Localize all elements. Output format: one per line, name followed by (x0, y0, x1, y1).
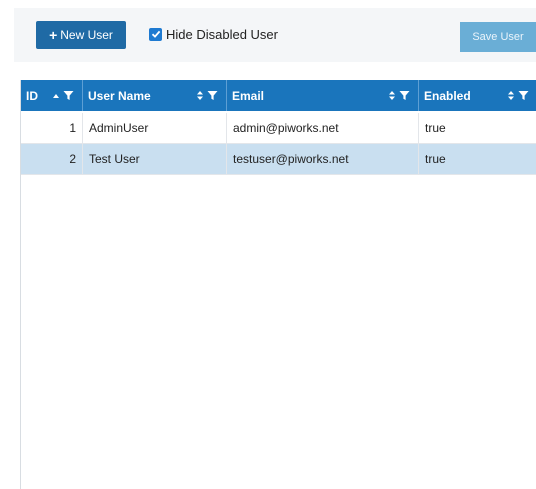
filter-icon[interactable] (518, 90, 529, 101)
table-row[interactable]: 1 AdminUser admin@piworks.net true (21, 113, 536, 144)
column-label-email: Email (232, 88, 265, 103)
filter-icon[interactable] (63, 90, 74, 101)
checkbox-checked-icon[interactable] (149, 27, 162, 41)
column-header-id[interactable]: ID (21, 80, 83, 111)
filter-icon[interactable] (207, 90, 218, 101)
cell-id: 1 (21, 113, 83, 143)
cell-id: 2 (21, 144, 83, 174)
cell-user-name: AdminUser (83, 113, 227, 143)
column-header-email[interactable]: Email (227, 80, 419, 111)
cell-email: testuser@piworks.net (227, 144, 419, 174)
column-label-enabled: Enabled (424, 88, 471, 103)
save-user-button[interactable]: Save User (460, 22, 536, 52)
cell-enabled: true (425, 121, 446, 135)
hide-disabled-toggle[interactable]: Hide Disabled User (149, 24, 278, 44)
column-header-user-name[interactable]: User Name (83, 80, 227, 111)
column-label-user-name: User Name (88, 88, 151, 103)
new-user-label: New User (60, 28, 113, 42)
sort-icon[interactable] (507, 90, 515, 101)
filter-icon[interactable] (399, 90, 410, 101)
table-row-selected[interactable]: 2 Test User testuser@piworks.net true (21, 144, 536, 175)
sort-icon[interactable] (196, 90, 204, 101)
cell-enabled: true (425, 152, 446, 166)
column-label-id: ID (26, 88, 38, 103)
sort-icon[interactable] (388, 90, 396, 101)
plus-icon: + (49, 27, 58, 43)
grid-header: ID User Name Email Enabled (21, 80, 536, 111)
users-grid: ID User Name Email Enabled 1 AdminUser a… (20, 80, 536, 489)
sort-asc-icon[interactable] (52, 92, 60, 100)
cell-user-name: Test User (83, 144, 227, 174)
user-management-panel: + New User Hide Disabled User Save User … (0, 0, 536, 489)
cell-email: admin@piworks.net (227, 113, 419, 143)
new-user-button[interactable]: + New User (36, 21, 126, 49)
hide-disabled-label: Hide Disabled User (166, 26, 278, 42)
column-header-enabled[interactable]: Enabled (419, 80, 536, 111)
toolbar: + New User Hide Disabled User Save User (14, 8, 536, 62)
